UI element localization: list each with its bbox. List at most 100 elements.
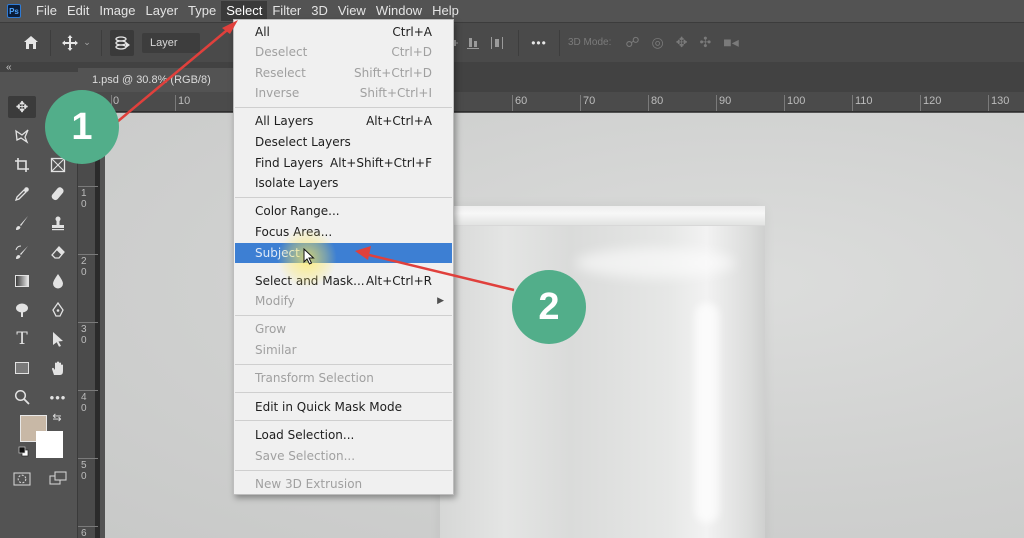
default-colors-icon[interactable] [16,444,30,458]
crop-tool-icon[interactable] [8,154,36,176]
pen-tool-icon[interactable] [44,299,72,321]
menu-item-grow[interactable]: Grow [235,319,452,339]
horizontal-ruler[interactable]: 0 10 60 70 80 90 100 110 120 130 [78,92,1024,112]
orbit-3d-icon[interactable]: ☍ [625,34,639,51]
menu-edit[interactable]: Edit [62,1,94,21]
menu-separator [235,470,452,471]
eyedropper-tool-icon[interactable] [8,183,36,205]
menu-item-load-selection[interactable]: Load Selection... [235,425,452,445]
menu-separator [235,315,452,316]
menu-item-find-layers[interactable]: Find Layers Alt+Shift+Ctrl+F [235,153,452,173]
gradient-tool-icon[interactable] [8,270,36,292]
shortcut: Ctrl+A [392,25,432,39]
submenu-arrow-icon: ▶ [437,296,444,306]
select-menu-dropdown: All Ctrl+A Deselect Ctrl+D Reselect Shift+C… [233,19,454,495]
shortcut: Ctrl+D [391,45,432,59]
separator [50,29,51,56]
rectangle-tool-icon[interactable] [8,357,36,379]
healing-brush-tool-icon[interactable] [44,183,72,205]
ruler-label: 4 0 [81,392,87,414]
tools-panel-header[interactable] [0,72,78,92]
menu-item-deselect-layers[interactable]: Deselect Layers [235,132,452,152]
ruler-label: 10 [178,95,191,107]
document-tab[interactable]: 1.psd @ 30.8% (RGB/8) [78,68,235,92]
brush-tool-icon[interactable] [8,212,36,234]
move-tool-icon[interactable]: ✥ [8,96,36,118]
menu-bar: Ps File Edit Image Layer Type Select Fil… [0,0,1024,22]
auto-select-layers-icon[interactable] [110,29,134,56]
bag-highlight [695,303,719,523]
menu-select[interactable]: Select [221,1,268,21]
align-bottom-icon[interactable] [462,30,484,56]
photoshop-logo-icon: Ps [7,4,21,18]
path-selection-tool-icon[interactable] [44,328,72,350]
ruler-label: 1 0 [81,188,87,210]
menu-item-focus-area[interactable]: Focus Area... [235,222,452,242]
move-tool-icon[interactable] [59,30,81,56]
ruler-label: 120 [923,95,942,107]
menu-item-all-layers[interactable]: All Layers Alt+Ctrl+A [235,111,452,131]
edit-toolbar-icon[interactable]: ••• [44,386,72,408]
menu-item-isolate-layers[interactable]: Isolate Layers [235,173,452,193]
menu-item-color-range[interactable]: Color Range... [235,201,452,221]
menu-3d[interactable]: 3D [306,1,333,21]
separator [101,29,102,56]
history-brush-tool-icon[interactable] [8,241,36,263]
hand-tool-icon[interactable] [44,357,72,379]
menu-item-modify[interactable]: Modify ▶ [235,291,452,311]
slide-3d-icon[interactable]: ✣ [700,34,712,51]
ruler-label: 5 0 [81,460,87,482]
menu-file[interactable]: File [31,1,62,21]
ruler-label: 2 0 [81,256,87,278]
chevron-down-icon[interactable]: ⌄ [81,30,93,56]
menu-item-subject[interactable]: Subject [235,243,452,263]
type-tool-icon[interactable]: T [8,328,36,350]
ruler-label: 3 0 [81,324,87,346]
swap-colors-icon[interactable]: ⇆ [50,410,64,424]
menu-item-all[interactable]: All Ctrl+A [235,22,452,42]
home-icon[interactable] [20,30,42,56]
menu-item-reselect[interactable]: Reselect Shift+Ctrl+D [235,63,452,83]
menu-separator [235,197,452,198]
background-color-swatch[interactable] [36,431,63,458]
auto-select-target-dropdown[interactable]: Layer [142,32,200,53]
menu-item-deselect[interactable]: Deselect Ctrl+D [235,42,452,62]
menu-view[interactable]: View [333,1,371,21]
dodge-tool-icon[interactable] [8,299,36,321]
drag-3d-icon[interactable]: ✥ [676,34,688,51]
menu-item-select-and-mask[interactable]: Select and Mask... Alt+Ctrl+R [235,271,452,291]
shortcut: Shift+Ctrl+D [354,66,432,80]
shortcut: Shift+Ctrl+I [359,86,432,100]
menu-item-inverse[interactable]: Inverse Shift+Ctrl+I [235,83,452,103]
3d-mode-label: 3D Mode: [568,37,612,48]
eraser-tool-icon[interactable] [44,241,72,263]
quick-mask-mode-icon[interactable] [8,468,36,490]
separator [559,29,560,56]
menu-filter[interactable]: Filter [267,1,306,21]
more-options-button[interactable]: ••• [527,30,551,56]
options-bar: ⌄ Layer ••• 3D Mode: ☍ ◎ ✥ ✣ ■◂ [0,22,1024,62]
vertical-ruler[interactable]: 1 0 2 0 3 0 4 0 5 0 6 [78,112,100,538]
menu-type[interactable]: Type [183,1,221,21]
document-tab-bar: « 1.psd @ 30.8% (RGB/8) [0,62,1024,92]
screen-mode-icon[interactable] [44,468,72,490]
zoom-tool-icon[interactable] [8,386,36,408]
blur-tool-icon[interactable] [44,270,72,292]
menu-layer[interactable]: Layer [141,1,184,21]
menu-item-new-3d-extrusion[interactable]: New 3D Extrusion [235,474,452,494]
menu-separator [235,364,452,365]
separator [518,29,519,56]
clone-stamp-tool-icon[interactable] [44,212,72,234]
menu-window[interactable]: Window [371,1,427,21]
lasso-tool-icon[interactable] [8,125,36,147]
menu-image[interactable]: Image [94,1,140,21]
roll-3d-icon[interactable]: ◎ [652,34,664,51]
menu-item-similar[interactable]: Similar [235,340,452,360]
scale-3d-camera-icon[interactable]: ■◂ [723,34,738,51]
menu-item-transform-selection[interactable]: Transform Selection [235,368,452,388]
menu-help[interactable]: Help [427,1,464,21]
step-2-badge: 2 [512,270,586,344]
menu-item-quick-mask-mode[interactable]: Edit in Quick Mask Mode [235,397,452,417]
menu-item-save-selection[interactable]: Save Selection... [235,446,452,466]
distribute-icon[interactable] [484,30,510,56]
